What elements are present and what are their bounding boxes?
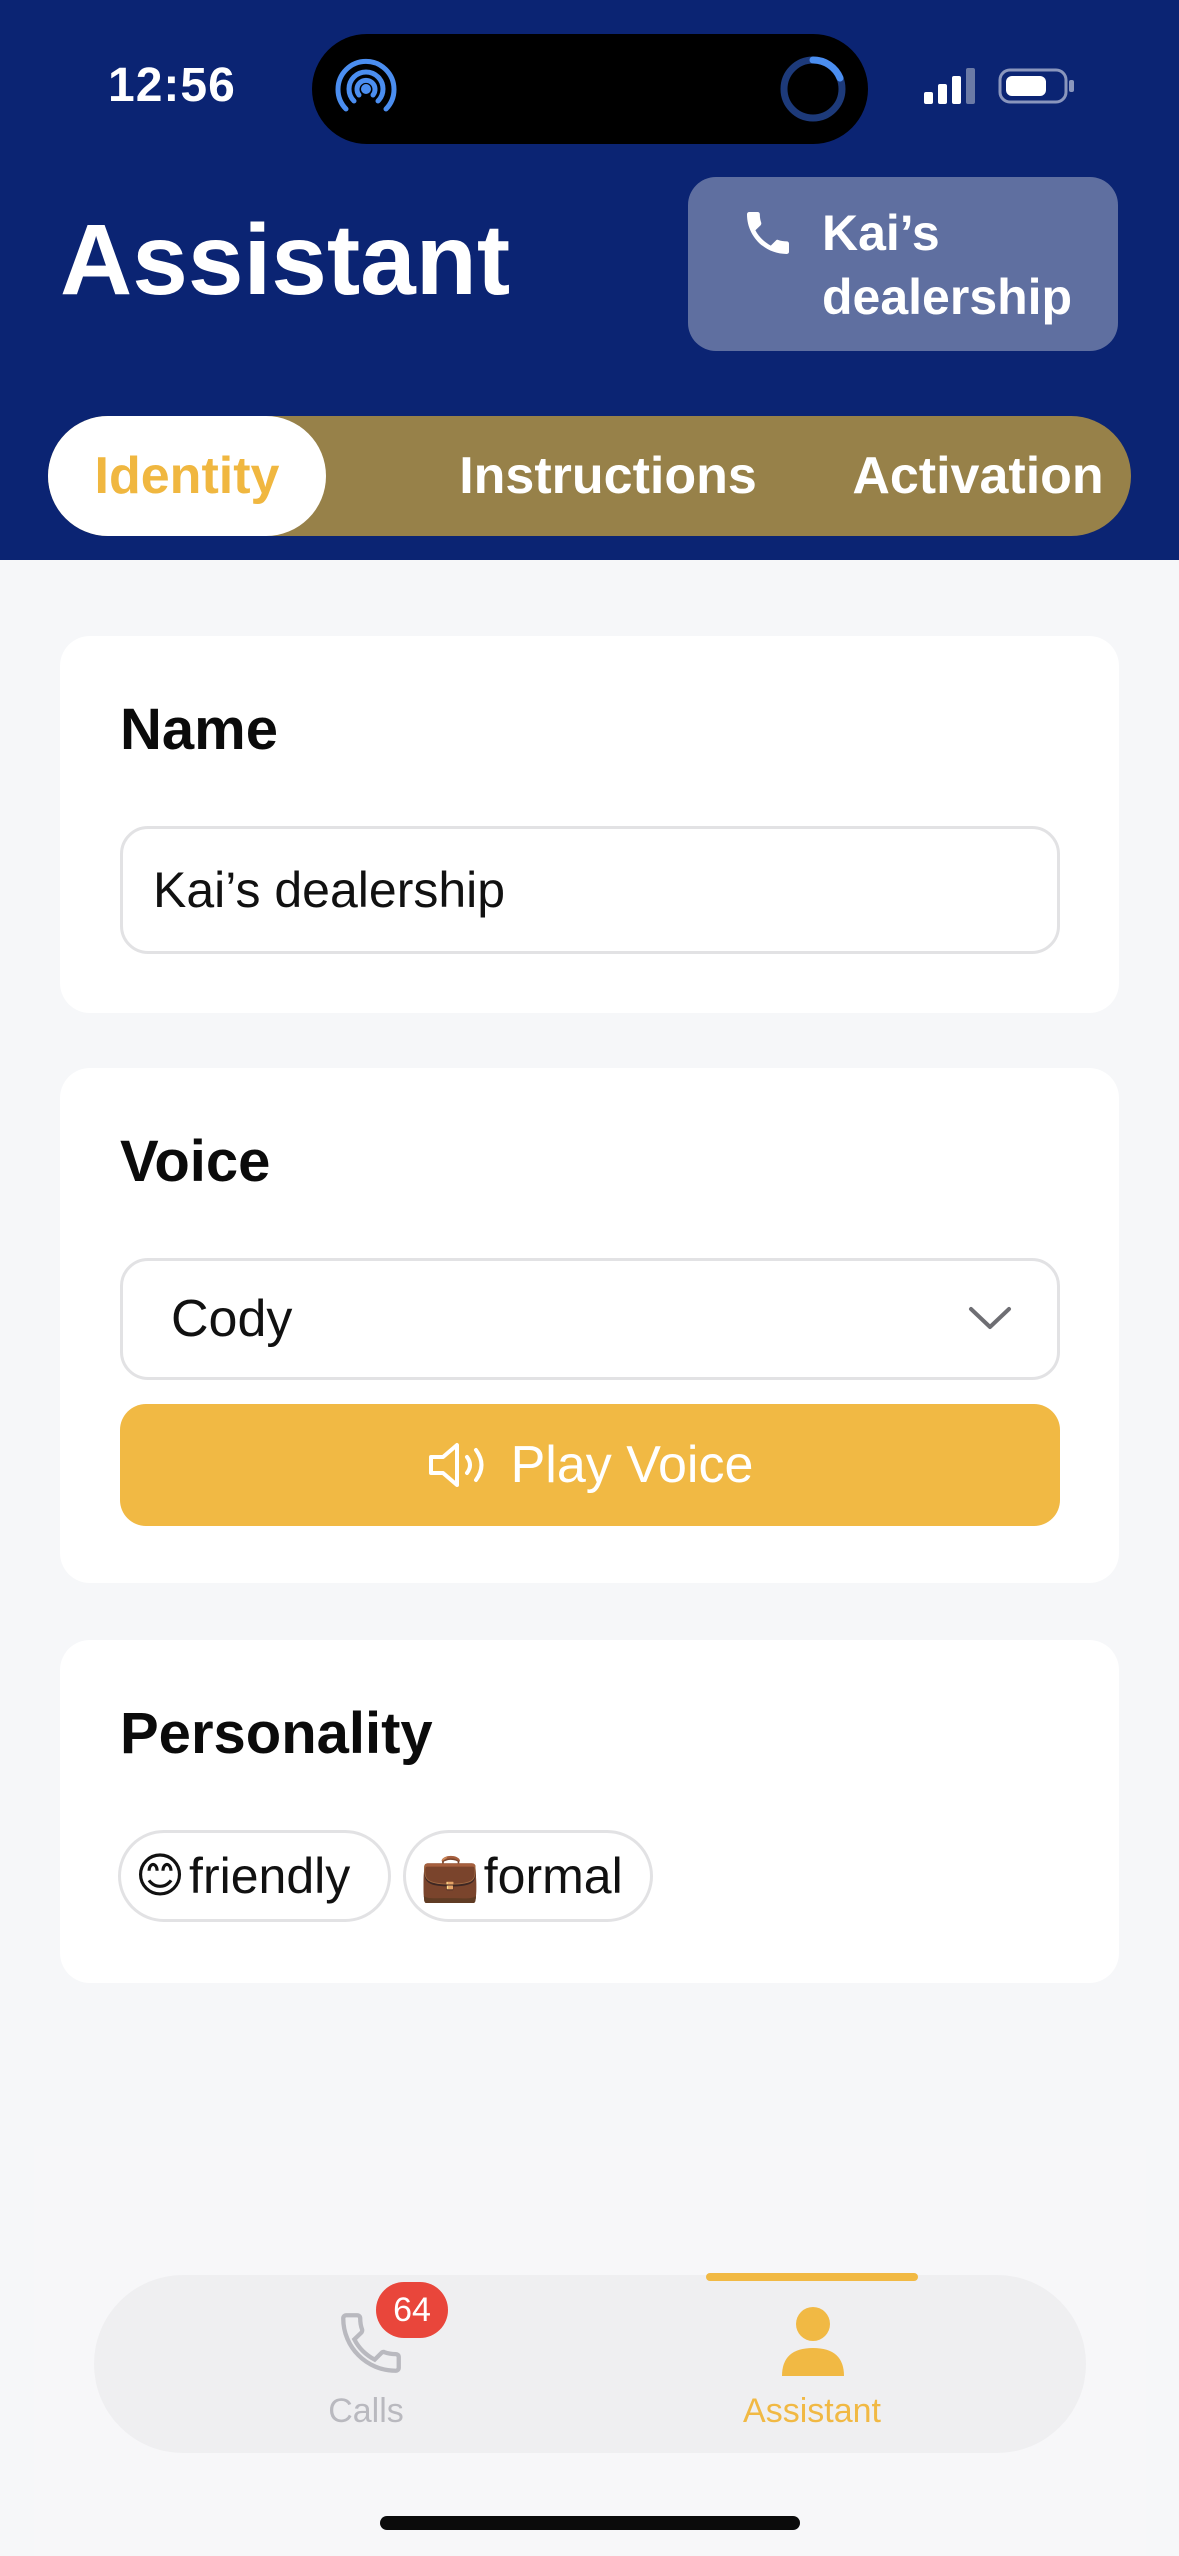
play-voice-button[interactable]: Play Voice bbox=[120, 1404, 1060, 1526]
name-input[interactable]: Kai’s dealership bbox=[120, 826, 1060, 954]
chevron-down-icon bbox=[969, 1307, 1011, 1329]
battery-icon bbox=[998, 68, 1074, 104]
voice-select-value: Cody bbox=[171, 1290, 293, 1348]
chip-label: formal bbox=[483, 1848, 623, 1904]
voice-card: Voice Cody Play Voice bbox=[60, 1068, 1119, 1583]
personality-title: Personality bbox=[120, 1701, 433, 1766]
progress-ring-icon bbox=[780, 56, 846, 122]
signal-icon bbox=[924, 68, 975, 104]
tab-instructions[interactable]: Instructions bbox=[378, 416, 838, 536]
status-icons bbox=[924, 68, 1074, 104]
personality-card: Personality 😊 friendly 💼 formal bbox=[60, 1640, 1119, 1983]
airdrop-icon bbox=[335, 58, 397, 112]
voice-title: Voice bbox=[120, 1129, 271, 1194]
home-indicator bbox=[380, 2516, 800, 2530]
personality-chip-formal[interactable]: 💼 formal bbox=[403, 1830, 653, 1922]
briefcase-emoji-icon: 💼 bbox=[420, 1850, 480, 1904]
play-voice-label: Play Voice bbox=[510, 1436, 754, 1494]
tab-assistant-label: Assistant bbox=[743, 2392, 881, 2430]
voice-select[interactable]: Cody bbox=[120, 1258, 1060, 1380]
tab-identity[interactable]: Identity bbox=[48, 416, 326, 536]
section-tabs: Identity Instructions Activation bbox=[48, 416, 1131, 536]
phone-number-chip[interactable]: Kai’s dealership bbox=[688, 177, 1118, 351]
active-tab-indicator bbox=[706, 2273, 918, 2281]
page-title: Assistant bbox=[60, 204, 511, 316]
calls-badge: 64 bbox=[376, 2282, 448, 2338]
phone-chip-label: Kai’s dealership bbox=[822, 205, 1073, 325]
dynamic-island bbox=[312, 34, 868, 144]
smile-emoji-icon: 😊 bbox=[135, 1850, 186, 1903]
tab-assistant[interactable]: Assistant bbox=[712, 2290, 912, 2440]
name-title: Name bbox=[120, 697, 278, 762]
status-time: 12:56 bbox=[108, 59, 236, 112]
header: 12:56 Assistant Kai’s dealership Identit… bbox=[0, 0, 1179, 560]
phone-icon bbox=[747, 212, 789, 254]
tab-calls-label: Calls bbox=[328, 2392, 404, 2430]
person-icon bbox=[782, 2307, 844, 2376]
name-card: Name Kai’s dealership bbox=[60, 636, 1119, 1013]
personality-chip-friendly[interactable]: 😊 friendly bbox=[118, 1830, 391, 1922]
speaker-icon bbox=[428, 1443, 484, 1487]
tab-bar bbox=[94, 2275, 1086, 2453]
tab-activation[interactable]: Activation bbox=[828, 416, 1128, 536]
chip-label: friendly bbox=[189, 1848, 351, 1904]
